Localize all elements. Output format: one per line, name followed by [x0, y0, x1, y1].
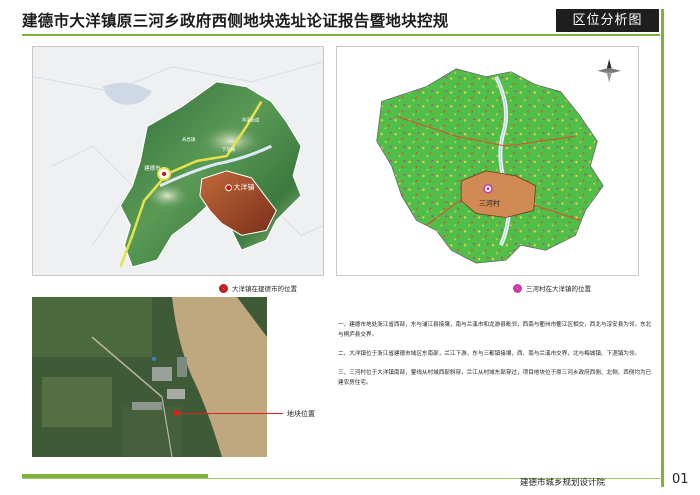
label-county: 建德市 [144, 164, 161, 172]
side-divider [661, 9, 664, 487]
town-map-legend: 三河村在大洋镇的位置 [513, 283, 591, 293]
location-marker-icon [219, 283, 228, 293]
site-callout-line [176, 413, 283, 414]
town-map-legend-text: 三河村在大洋镇的位置 [526, 285, 591, 293]
town-location-map: 三河村 [336, 46, 639, 276]
page-title: 建德市大洋镇原三河乡政府西侧地块选址论证报告暨地块控规 [22, 12, 449, 30]
satellite-image [32, 297, 267, 457]
label-place-1: 寿昌镇 [182, 136, 196, 143]
site-callout-label: 地块位置 [287, 410, 315, 418]
city-location-map: 建德市 大洋镇 寿昌镇 洋溪街道 下涯镇 [32, 46, 324, 276]
institute-name: 建德市城乡规划设计院 [520, 478, 606, 488]
location-description: 一、建德市地处浙江省西部，东与浦江县接壤，南与兰溪市和龙游县毗邻，西南与衢州市衢… [338, 320, 656, 397]
top-divider [22, 34, 660, 36]
label-town: 大洋镇 [234, 183, 255, 192]
label-place-2: 洋溪街道 [242, 116, 260, 123]
village-marker-icon [513, 283, 522, 293]
section-tag: 区位分析图 [556, 9, 659, 32]
city-map-legend-text: 大洋镇在建德市的位置 [232, 285, 297, 293]
label-place-3: 下涯镇 [222, 146, 236, 153]
description-paragraph-1: 一、建德市地处浙江省西部，东与浦江县接壤，南与兰溪市和龙游县毗邻，西南与衢州市衢… [338, 322, 652, 338]
page-number: 01 [672, 472, 689, 487]
description-paragraph-3: 三、三河村位于大洋镇南部，蓥线从村域西部斜穿，兰江从村域东部穿过，项目地块位于原… [338, 370, 652, 386]
description-paragraph-2: 二、大洋镇位于浙江省建德市域区东南部，兰江下游，东与三都镇接壤，西、南与兰溪市交… [338, 351, 641, 357]
city-map-legend: 大洋镇在建德市的位置 [219, 283, 297, 293]
label-village: 三河村 [479, 199, 500, 208]
